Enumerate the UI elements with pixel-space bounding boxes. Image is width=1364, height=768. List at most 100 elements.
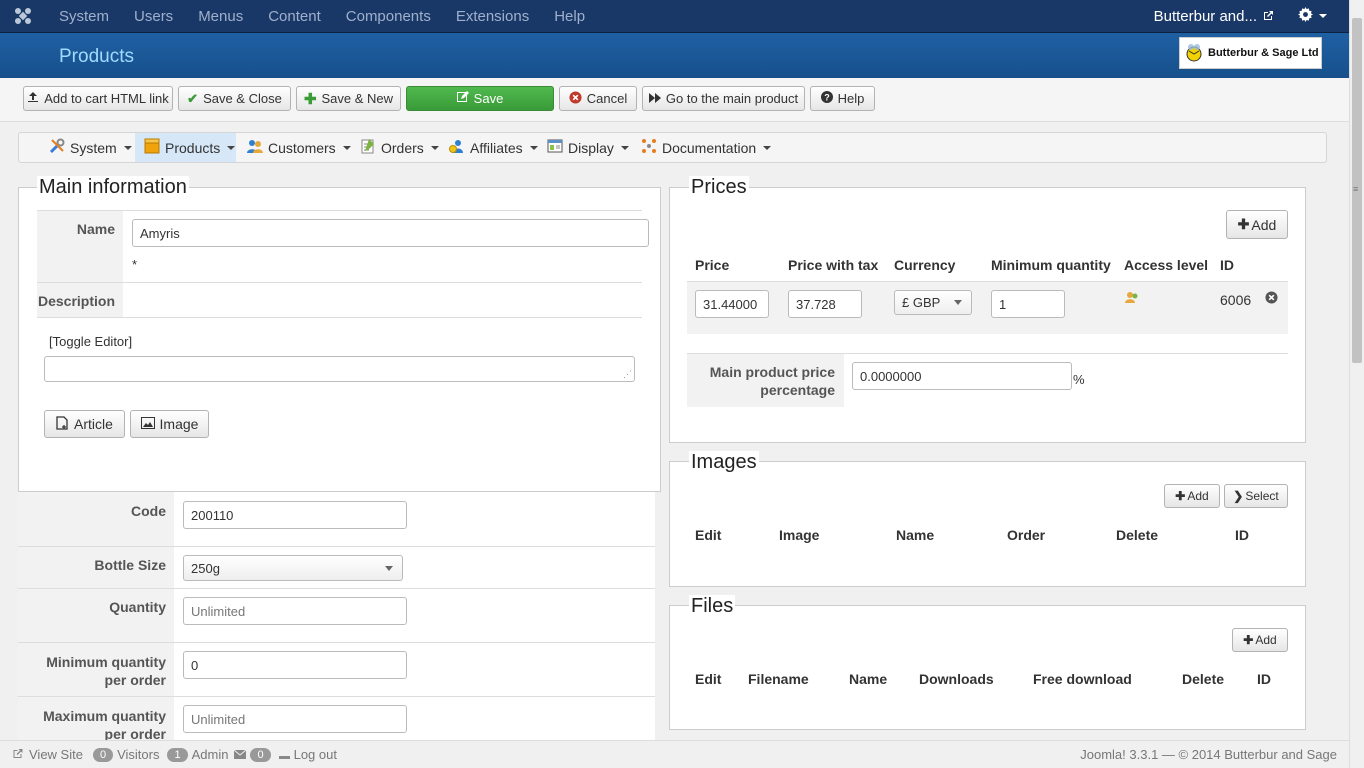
file-edit-header: Edit [695,671,722,687]
save-close-button[interactable]: ✔ Save & Close [178,86,291,111]
code-input[interactable]: 200110 [183,501,407,529]
min-qty-input[interactable]: 1 [991,290,1065,318]
copyright-text: Joomla! 3.3.1 — © 2014 Butterbur and Sag… [1080,747,1337,762]
add-image-button[interactable]: ✚ Add [1164,484,1220,508]
chevron-down-icon [227,145,236,150]
minus-icon [278,747,290,762]
check-icon: ✔ [187,90,199,106]
menu-users[interactable]: Users [121,0,185,33]
chevron-down-icon [123,145,132,150]
logout-link[interactable]: Log out [294,747,337,762]
save-new-label: Save & New [321,91,394,106]
submenu-documentation[interactable]: Documentation [641,133,772,162]
menu-components[interactable]: Components [333,0,443,33]
file-free-download-header: Free download [1033,671,1132,687]
select-image-button[interactable]: ❯ Select [1224,484,1288,508]
menu-menus[interactable]: Menus [185,0,255,33]
image-button[interactable]: Image [130,410,209,438]
component-submenu: System Products Customers Orders Affilia… [18,132,1327,163]
toggle-editor-link[interactable]: [Toggle Editor] [49,334,132,349]
add-to-cart-html-button[interactable]: Add to cart HTML link [23,86,173,111]
max-quantity-input[interactable]: Unlimited [183,705,407,733]
label-column [18,492,174,740]
article-button[interactable]: Article [44,410,125,438]
images-legend: Images [689,451,759,474]
description-label: Description [37,293,115,309]
menu-help[interactable]: Help [541,0,597,33]
bottle-size-select[interactable]: 250g [183,555,403,581]
price-input[interactable]: 31.44000 [695,290,769,318]
page-scrollbar[interactable]: ≡ [1349,0,1364,768]
files-legend: Files [689,595,736,618]
help-button[interactable]: ? Help [810,86,875,111]
divider [18,588,655,589]
save-button[interactable]: Save [406,86,554,111]
bottle-size-value: 250g [191,560,220,576]
svg-text:?: ? [824,93,830,103]
joomla-icon[interactable] [0,7,46,25]
min-quantity-input[interactable]: 0 [183,651,407,679]
image-edit-header: Edit [695,527,722,543]
submenu-affiliates[interactable]: Affiliates [449,133,538,162]
image-name-header: Name [896,527,935,543]
plus-icon: ✚ [1237,216,1250,232]
access-level-icon[interactable] [1125,291,1139,306]
messages-count-badge[interactable]: 0 [250,747,271,762]
file-id-header: ID [1257,671,1271,687]
cancel-button[interactable]: Cancel [559,86,637,111]
add-price-button[interactable]: ✚ Add [1226,210,1288,239]
add-file-button[interactable]: ✚ Add [1232,628,1288,652]
submenu-system[interactable]: System [49,133,132,162]
submenu-customers[interactable]: Customers [247,133,351,162]
chevron-down-icon [954,300,962,305]
envelope-icon [234,747,247,762]
site-link[interactable]: Butterbur and... [1154,8,1274,25]
description-editor[interactable]: ⋰ [44,356,635,382]
currency-select[interactable]: £ GBP [894,290,972,315]
file-downloads-header: Downloads [919,671,994,687]
question-icon: ? [820,91,833,106]
quantity-input[interactable]: Unlimited [183,597,407,625]
menu-content[interactable]: Content [255,0,333,33]
menu-system[interactable]: System [46,0,121,33]
status-footer: View Site 0 Visitors 1 Admin 0 Log out J… [0,740,1349,768]
delete-price-icon[interactable] [1265,291,1278,307]
chevron-down-icon [529,145,538,150]
add-file-label: Add [1255,633,1277,647]
save-close-label: Save & Close [203,91,282,106]
submenu-display[interactable]: Display [547,133,629,162]
resize-handle-icon[interactable]: ⋰ [623,369,632,380]
picture-icon [140,416,155,432]
box-icon [144,138,160,157]
submenu-orders[interactable]: Orders [360,133,439,162]
access-level-header: Access level [1124,257,1209,273]
chevron-down-icon [620,145,629,150]
submenu-customers-label: Customers [268,139,336,156]
submenu-products[interactable]: Products [135,133,236,162]
gear-icon [1298,6,1313,26]
image-image-header: Image [779,527,820,543]
go-main-product-button[interactable]: Go to the main product [642,86,805,111]
chevron-down-icon [763,145,772,150]
visitors-count-badge: 0 [92,747,114,762]
price-id: 6006 [1220,292,1252,308]
save-new-button[interactable]: ✚ Save & New [296,86,401,111]
price-tax-input[interactable]: 37.728 [788,290,862,318]
page-header: Products Butterbur & Sage Ltd [0,33,1349,78]
display-icon [547,138,563,157]
main-price-pct-input[interactable]: 0.0000000 [852,362,1072,390]
chevron-down-icon [430,145,439,150]
select-arrow-icon: ❯ [1233,489,1244,503]
required-marker: * [132,257,138,272]
settings-dropdown[interactable] [1298,6,1327,26]
quantity-placeholder: Unlimited [191,603,246,619]
main-information-legend: Main information [37,176,189,199]
admin-count-badge: 1 [167,747,188,762]
menu-extensions[interactable]: Extensions [443,0,541,33]
view-site-link[interactable]: View Site [29,747,83,762]
table-row [687,281,1288,334]
add-image-label: Add [1187,489,1209,503]
image-delete-header: Delete [1116,527,1159,543]
name-input[interactable]: Amyris [132,219,649,247]
quantity-label: Quantity [109,599,166,615]
